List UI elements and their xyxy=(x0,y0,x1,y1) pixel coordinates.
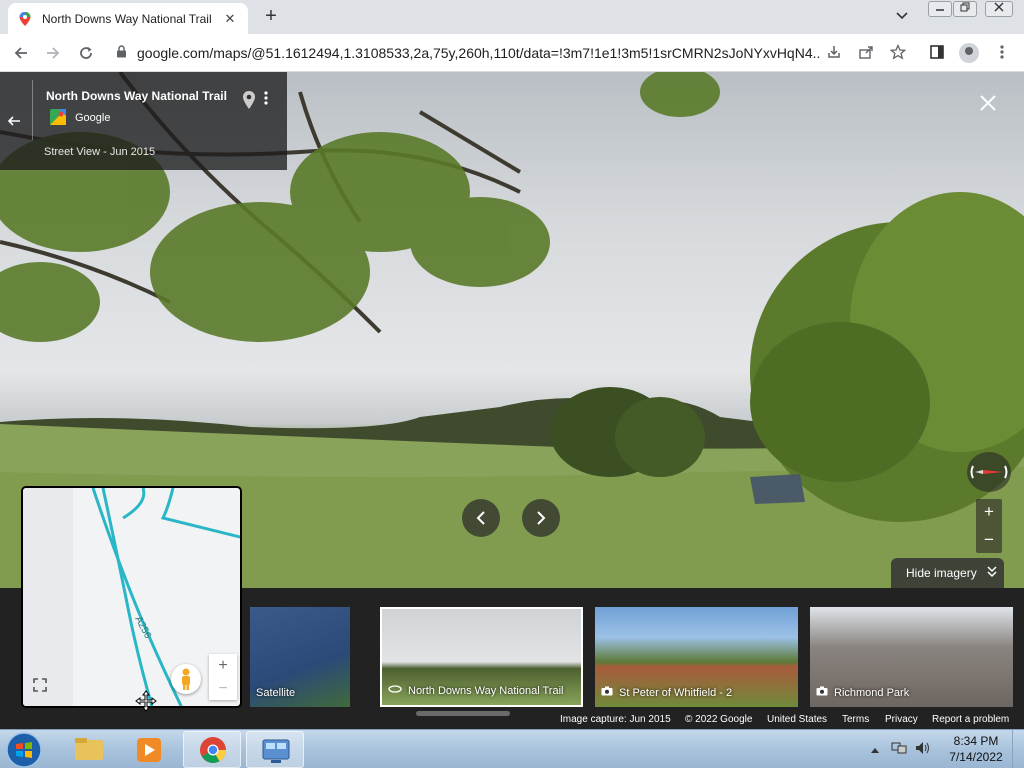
side-panel-icon[interactable] xyxy=(928,44,946,62)
thumbnail-label: North Downs Way National Trail xyxy=(408,684,564,697)
mini-map-zoom-controls: + − xyxy=(209,654,237,700)
file-explorer-icon[interactable] xyxy=(60,731,118,768)
star-icon[interactable] xyxy=(889,43,907,62)
card-divider xyxy=(32,80,33,140)
share-icon[interactable] xyxy=(857,44,875,62)
zoom-in-button[interactable]: + xyxy=(976,499,1002,525)
provider-label: Google xyxy=(75,112,111,124)
previous-arrow-button[interactable] xyxy=(462,499,500,537)
compass-icon[interactable] xyxy=(967,452,1011,492)
google-maps-logo-icon xyxy=(50,109,66,125)
place-info-card: North Downs Way National Trail Google St… xyxy=(0,72,287,170)
expand-map-icon[interactable] xyxy=(31,678,49,696)
menu-icon[interactable] xyxy=(993,44,1011,62)
mini-map[interactable]: A256 + − xyxy=(21,486,242,708)
system-clock[interactable]: 8:34 PM 7/14/2022 xyxy=(948,733,1004,765)
tab-search-chevron-icon[interactable] xyxy=(896,9,908,23)
capture-date-label[interactable]: Street View - Jun 2015 xyxy=(44,146,155,158)
control-panel-icon[interactable] xyxy=(246,731,304,768)
thumbnail-label: St Peter of Whitfield - 2 xyxy=(619,686,733,699)
location-pin-icon[interactable] xyxy=(242,91,256,109)
close-street-view-icon[interactable] xyxy=(979,92,997,118)
thumbnail-north-downs-way[interactable]: North Downs Way National Trail xyxy=(380,607,583,707)
mini-map-zoom-out-button[interactable]: − xyxy=(209,677,237,700)
thumbnail-label: Richmond Park xyxy=(834,686,910,699)
thumbnail-st-peter-of-whitfield[interactable]: St Peter of Whitfield - 2 xyxy=(595,607,798,707)
place-name[interactable]: North Downs Way National Trail xyxy=(46,89,227,103)
restore-button[interactable] xyxy=(953,1,977,17)
address-bar[interactable]: google.com/maps/@51.1612494,1.3108533,2a… xyxy=(108,39,820,67)
chrome-icon[interactable] xyxy=(183,731,241,768)
google-maps-pin-icon xyxy=(19,11,31,26)
forward-icon[interactable] xyxy=(42,42,64,64)
browser-tab-strip: North Downs Way National Trail ✕ + xyxy=(0,0,1024,34)
image-capture-text: Image capture: Jun 2015 xyxy=(560,714,671,725)
privacy-link[interactable]: Privacy xyxy=(885,714,918,725)
start-button[interactable] xyxy=(5,731,43,768)
back-icon[interactable] xyxy=(10,42,32,64)
show-hidden-icons-icon[interactable] xyxy=(866,741,884,759)
tab-close-icon[interactable]: ✕ xyxy=(222,11,238,27)
volume-icon[interactable] xyxy=(914,741,932,759)
back-arrow-icon[interactable] xyxy=(7,114,21,133)
thumbnail-satellite[interactable]: Satellite xyxy=(250,607,350,707)
street-view-zoom-controls: + − xyxy=(976,499,1002,553)
profile-icon[interactable] xyxy=(959,43,979,63)
tab-title: North Downs Way National Trail xyxy=(42,11,212,26)
camera-icon xyxy=(601,686,613,699)
more-options-icon[interactable] xyxy=(264,90,268,111)
show-desktop-button[interactable] xyxy=(1012,730,1024,768)
url-text[interactable]: google.com/maps/@51.1612494,1.3108533,2a… xyxy=(137,45,820,61)
360-icon xyxy=(388,684,402,697)
download-icon[interactable] xyxy=(825,44,843,62)
mini-map-zoom-in-button[interactable]: + xyxy=(209,654,237,677)
browser-toolbar: google.com/maps/@51.1612494,1.3108533,2a… xyxy=(0,34,1024,72)
camera-icon xyxy=(816,686,828,699)
terms-link[interactable]: Terms xyxy=(842,714,869,725)
browser-tab[interactable]: North Downs Way National Trail ✕ xyxy=(8,3,248,34)
move-cursor-icon xyxy=(135,690,157,712)
system-tray xyxy=(866,730,938,768)
thumbnail-richmond-park[interactable]: Richmond Park xyxy=(810,607,1013,707)
media-player-icon[interactable] xyxy=(120,731,178,768)
hide-imagery-label: Hide imagery xyxy=(906,566,977,580)
report-problem-link[interactable]: Report a problem xyxy=(932,714,1009,725)
reload-icon[interactable] xyxy=(75,42,97,64)
copyright-text: © 2022 Google xyxy=(685,714,753,725)
thumbnail-label: Satellite xyxy=(256,687,296,699)
close-window-button[interactable] xyxy=(985,1,1013,17)
next-arrow-button[interactable] xyxy=(522,499,560,537)
chevron-double-down-icon xyxy=(987,565,997,581)
lock-icon[interactable] xyxy=(116,45,127,61)
region-link[interactable]: United States xyxy=(767,714,827,725)
map-footer: Image capture: Jun 2015 © 2022 Google Un… xyxy=(0,712,1024,729)
minimize-button[interactable] xyxy=(928,1,952,17)
new-tab-button[interactable]: + xyxy=(260,6,282,28)
clock-date: 7/14/2022 xyxy=(949,750,1003,764)
windows-taskbar: 8:34 PM 7/14/2022 xyxy=(0,729,1024,768)
zoom-out-button[interactable]: − xyxy=(976,527,1002,553)
hide-imagery-button[interactable]: Hide imagery xyxy=(891,558,1004,588)
pegman-icon[interactable] xyxy=(171,664,201,694)
clock-time: 8:34 PM xyxy=(953,734,999,748)
network-icon[interactable] xyxy=(890,741,908,759)
